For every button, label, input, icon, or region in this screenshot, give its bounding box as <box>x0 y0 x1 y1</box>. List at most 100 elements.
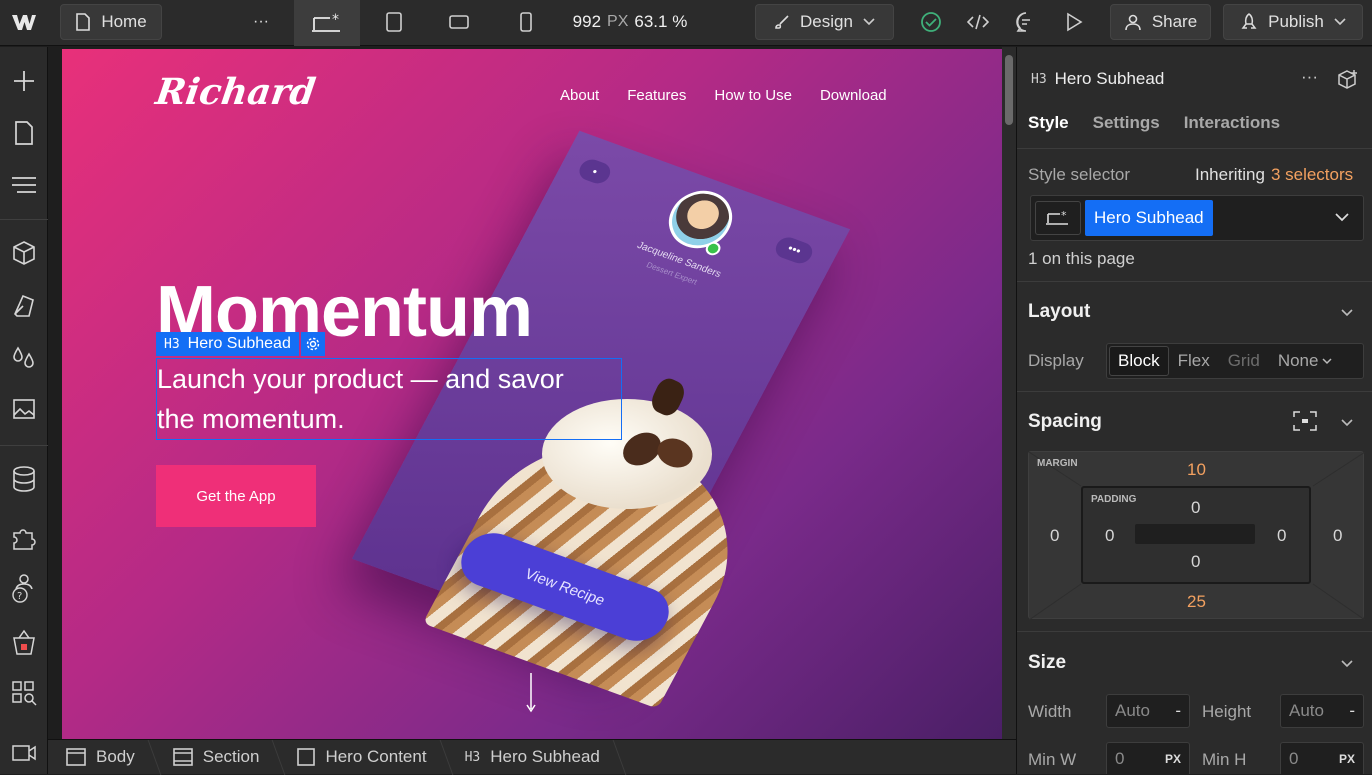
breadcrumb-hero-subhead[interactable]: H3 Hero Subhead <box>447 740 620 775</box>
min-height-unit[interactable]: PX <box>1339 752 1355 766</box>
tab-interactions[interactable]: Interactions <box>1184 113 1280 133</box>
inheriting-count: 3 selectors <box>1270 165 1354 184</box>
scrollbar-thumb[interactable] <box>1005 55 1013 125</box>
get-the-app-button[interactable]: Get the App <box>156 465 316 527</box>
canvas-size-readout: 992 PX 63.1 % <box>564 4 696 40</box>
video-tutorials-button[interactable] <box>8 737 40 769</box>
apps-button[interactable] <box>8 521 40 553</box>
site-logo[interactable]: Richard <box>153 71 318 113</box>
height-field[interactable]: Auto - <box>1280 694 1364 728</box>
design-canvas[interactable]: Richard About Features How to Use Downlo… <box>62 49 1002 739</box>
nav-link-how-to-use[interactable]: How to Use <box>714 87 792 104</box>
height-value: Auto <box>1289 701 1324 720</box>
code-export-button[interactable] <box>958 4 998 40</box>
check-circle-icon <box>921 12 941 32</box>
selection-badge[interactable]: H3 Hero Subhead <box>156 332 325 356</box>
padding-right-value[interactable]: 0 <box>1277 526 1286 546</box>
display-option-flex[interactable]: Flex <box>1169 351 1219 371</box>
mobile-landscape-icon <box>449 15 469 29</box>
tab-settings[interactable]: Settings <box>1093 113 1160 133</box>
comments-button[interactable] <box>1006 4 1046 40</box>
inheriting-info[interactable]: Inheriting 3 selectors <box>1195 165 1353 185</box>
padding-left-value[interactable]: 0 <box>1105 526 1114 546</box>
nav-link-features[interactable]: Features <box>627 87 686 104</box>
width-field[interactable]: Auto - <box>1106 694 1190 728</box>
min-width-field[interactable]: 0 PX <box>1106 742 1190 774</box>
breakpoint-tablet-button[interactable] <box>374 4 414 40</box>
nav-link-download[interactable]: Download <box>820 87 887 104</box>
page-selector-button[interactable]: Home <box>60 4 162 40</box>
panel-more-icon[interactable]: ··· <box>1301 67 1318 87</box>
chevron-down-icon[interactable] <box>1322 357 1332 365</box>
page-icon <box>76 13 91 31</box>
breadcrumb-section[interactable]: Section <box>155 740 280 775</box>
tab-style[interactable]: Style <box>1028 113 1069 133</box>
hero-subhead-line-2: the momentum. <box>157 404 345 434</box>
selector-chip[interactable]: Hero Subhead <box>1085 200 1213 236</box>
padding-top-value[interactable]: 0 <box>1191 498 1200 518</box>
share-button[interactable]: Share <box>1110 4 1211 40</box>
breakpoint-desktop-button[interactable]: * <box>294 0 360 46</box>
margin-bottom-value[interactable]: 25 <box>1187 592 1206 612</box>
navigator-button[interactable] <box>8 169 40 201</box>
min-height-field[interactable]: 0 PX <box>1280 742 1364 774</box>
more-menu-button[interactable]: ··· <box>240 4 282 40</box>
height-unit[interactable]: - <box>1349 701 1355 721</box>
breakpoint-portrait-button[interactable] <box>506 4 546 40</box>
margin-top-value[interactable]: 10 <box>1187 460 1206 480</box>
margin-right-value[interactable]: 0 <box>1333 526 1342 546</box>
chevron-down-icon[interactable] <box>1341 660 1353 668</box>
layout-section-title[interactable]: Layout <box>1028 301 1090 323</box>
users-button[interactable]: ? <box>8 571 40 603</box>
nav-link-about[interactable]: About <box>560 87 599 104</box>
width-unit[interactable]: - <box>1175 701 1181 721</box>
spacing-section-title[interactable]: Spacing <box>1028 411 1102 433</box>
ecommerce-button[interactable] <box>8 627 40 659</box>
breadcrumb-hero-content[interactable]: Hero Content <box>279 740 446 775</box>
breadcrumb-body[interactable]: Body <box>48 740 155 775</box>
display-option-grid[interactable]: Grid <box>1219 351 1269 371</box>
display-option-none[interactable]: None <box>1269 351 1323 371</box>
find-elements-button[interactable] <box>8 677 40 709</box>
hero-subhead[interactable]: Launch your product — and savor the mome… <box>156 358 622 440</box>
padding-label: PADDING <box>1091 494 1137 505</box>
style-selector-label: Style selector <box>1028 165 1131 184</box>
min-height-value: 0 <box>1289 749 1299 768</box>
element-settings-icon[interactable] <box>300 332 325 356</box>
display-option-block[interactable]: Block <box>1109 346 1169 376</box>
element-tag: H3 <box>1031 71 1047 87</box>
chevron-down-icon[interactable] <box>1341 419 1353 427</box>
element-name: Hero Subhead <box>1054 69 1165 88</box>
design-mode-dropdown[interactable]: Design <box>755 4 894 40</box>
publish-button[interactable]: Publish <box>1223 4 1363 40</box>
chevron-down-icon[interactable] <box>1335 213 1349 222</box>
min-width-unit[interactable]: PX <box>1165 752 1181 766</box>
pages-button[interactable] <box>8 117 40 149</box>
puzzle-icon <box>13 529 36 550</box>
spacing-mode-icon[interactable] <box>1293 411 1317 431</box>
cms-button[interactable] <box>8 463 40 495</box>
style-selectors-button[interactable] <box>8 289 40 321</box>
chevron-down-icon[interactable] <box>1341 309 1353 317</box>
h3-icon: H3 <box>464 749 481 765</box>
assets-button[interactable] <box>8 393 40 425</box>
webflow-logo-icon[interactable] <box>6 4 42 40</box>
preview-button[interactable] <box>1054 4 1094 40</box>
breakpoint-landscape-button[interactable] <box>438 4 480 40</box>
svg-text:?: ? <box>17 591 22 602</box>
canvas-scrollbar[interactable] <box>1002 47 1016 739</box>
margin-left-value[interactable]: 0 <box>1050 526 1059 546</box>
size-section-title[interactable]: Size <box>1028 652 1066 674</box>
selection-label: Hero Subhead <box>187 335 291 352</box>
padding-bottom-value[interactable]: 0 <box>1191 552 1200 572</box>
components-button[interactable] <box>8 237 40 269</box>
width-value: Auto <box>1115 701 1150 720</box>
left-toolbar: ? <box>0 47 48 774</box>
audit-check-button[interactable] <box>912 4 950 40</box>
selector-field[interactable]: * Hero Subhead <box>1030 195 1364 241</box>
create-component-icon[interactable] <box>1337 69 1359 91</box>
cube-icon <box>13 241 35 265</box>
add-elements-button[interactable] <box>8 65 40 97</box>
variables-button[interactable] <box>8 341 40 373</box>
database-icon <box>13 466 35 492</box>
